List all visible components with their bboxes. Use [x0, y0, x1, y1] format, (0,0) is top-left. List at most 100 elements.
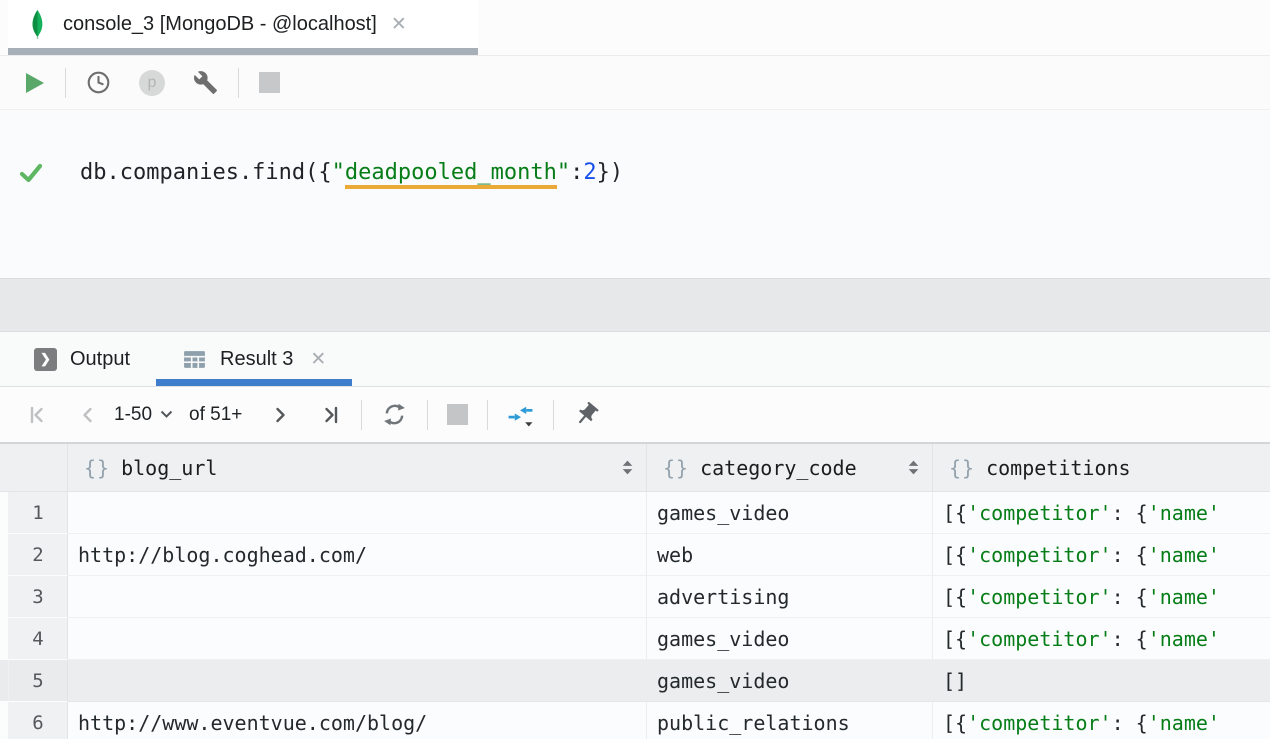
toolbar-separator: [238, 68, 239, 98]
parameters-icon: p: [139, 70, 165, 96]
stop-icon: [447, 404, 468, 425]
cell-blog-url[interactable]: http://www.eventvue.com/blog/: [68, 702, 647, 739]
splitter[interactable]: [0, 278, 1270, 332]
cell-blog-url[interactable]: http://blog.coghead.com/: [68, 534, 647, 576]
result-grid: {} blog_url {} category_code {} competit…: [0, 443, 1270, 739]
row-number: 2: [9, 534, 67, 575]
code-line: db.companies.find({"deadpooled_month":2}…: [0, 160, 1270, 185]
first-page-icon: [26, 404, 48, 426]
column-header-competitions[interactable]: {} competitions: [933, 444, 1270, 491]
editor-tab-title: console_3 [MongoDB - @localhost]: [63, 13, 377, 36]
tab-result-3[interactable]: Result 3 ✕: [156, 332, 352, 386]
query-code[interactable]: db.companies.find({"deadpooled_month":2}…: [62, 160, 623, 185]
close-icon[interactable]: ✕: [310, 350, 326, 369]
toolbar-separator: [427, 400, 428, 430]
editor-tabbar: console_3 [MongoDB - @localhost] ✕: [0, 0, 1270, 56]
result-toolbar: 1-50 of 51+: [0, 387, 1270, 443]
cell-blog-url[interactable]: [68, 618, 647, 660]
json-braces-icon: {}: [949, 456, 975, 480]
row-marker: [0, 702, 9, 739]
compare-icon[interactable]: [507, 401, 534, 428]
editor-toolbar: p: [0, 56, 1270, 110]
row-marker: [0, 618, 9, 659]
dropdown-chevron-icon: [160, 410, 173, 419]
row-header[interactable]: 5: [0, 660, 68, 702]
next-page-icon[interactable]: [272, 404, 290, 426]
stop-icon: [259, 72, 280, 93]
cell-category-code[interactable]: public_relations: [647, 702, 933, 739]
cell-blog-url[interactable]: [68, 492, 647, 534]
output-tab-label: Output: [70, 348, 130, 371]
row-marker: [0, 576, 9, 617]
output-icon: ❯: [34, 348, 57, 371]
row-header[interactable]: 1: [0, 492, 68, 534]
cell-competitions[interactable]: []: [933, 660, 1270, 702]
cell-competitions[interactable]: [{'competitor': {'name': [933, 534, 1270, 576]
row-marker: [0, 660, 9, 701]
grid-corner[interactable]: [0, 444, 68, 491]
row-number: 4: [9, 618, 67, 659]
table-row: 5 games_video[]: [0, 660, 1270, 702]
table-row: 4 games_video[{'competitor': {'name': [0, 618, 1270, 660]
row-number: 1: [9, 492, 67, 533]
table-row: 6http://www.eventvue.com/blog/public_rel…: [0, 702, 1270, 739]
toolbar-separator: [361, 400, 362, 430]
result-tab-label: Result 3: [220, 348, 293, 371]
row-header[interactable]: 2: [0, 534, 68, 576]
cell-competitions[interactable]: [{'competitor': {'name': [933, 618, 1270, 660]
settings-icon[interactable]: [193, 70, 218, 95]
cell-category-code[interactable]: games_video: [647, 660, 933, 702]
toolbar-separator: [553, 400, 554, 430]
column-header-blog-url[interactable]: {} blog_url: [68, 444, 647, 491]
run-icon[interactable]: [25, 72, 45, 94]
sort-icon[interactable]: [907, 459, 920, 476]
toolbar-separator: [65, 68, 66, 98]
selected-tab-underline: [156, 379, 352, 386]
row-number: 3: [9, 576, 67, 617]
cell-competitions[interactable]: [{'competitor': {'name': [933, 492, 1270, 534]
sort-icon[interactable]: [621, 459, 634, 476]
grid-body: 1games_video[{'competitor': {'name'2http…: [0, 492, 1270, 739]
mongodb-console-window: console_3 [MongoDB - @localhost] ✕ p: [0, 0, 1270, 739]
grid-header-row: {} blog_url {} category_code {} competit…: [0, 443, 1270, 492]
cell-blog-url[interactable]: [68, 576, 647, 618]
page-size-dropdown[interactable]: 1-50: [114, 404, 173, 426]
row-marker: [0, 492, 9, 533]
cell-category-code[interactable]: games_video: [647, 492, 933, 534]
editor-area[interactable]: db.companies.find({"deadpooled_month":2}…: [0, 110, 1270, 278]
cell-category-code[interactable]: web: [647, 534, 933, 576]
tab-output[interactable]: ❯ Output: [8, 332, 156, 386]
editor-tab-console3[interactable]: console_3 [MongoDB - @localhost] ✕: [8, 0, 478, 55]
row-header[interactable]: 3: [0, 576, 68, 618]
last-page-icon[interactable]: [320, 404, 342, 426]
column-header-category-code[interactable]: {} category_code: [647, 444, 933, 491]
pin-icon[interactable]: [573, 401, 600, 428]
cell-competitions[interactable]: [{'competitor': {'name': [933, 576, 1270, 618]
refresh-icon[interactable]: [381, 401, 408, 428]
tool-window-tabbar: ❯ Output Result 3 ✕: [0, 332, 1270, 387]
history-icon[interactable]: [86, 70, 111, 95]
toolbar-separator: [487, 400, 488, 430]
total-count: of 51+: [189, 404, 242, 426]
row-number: 6: [9, 702, 67, 739]
row-marker: [0, 534, 9, 575]
success-check-icon: [19, 163, 43, 183]
table-row: 3 advertising[{'competitor': {'name': [0, 576, 1270, 618]
row-header[interactable]: 4: [0, 618, 68, 660]
selected-tab-underline: [8, 48, 478, 55]
table-row: 1 games_video[{'competitor': {'name': [0, 492, 1270, 534]
result-grid-icon: [182, 347, 207, 372]
row-header[interactable]: 6: [0, 702, 68, 739]
prev-page-icon: [78, 404, 96, 426]
close-icon[interactable]: ✕: [391, 15, 407, 34]
gutter: [0, 163, 62, 183]
page-range: 1-50: [114, 404, 152, 426]
mongo-leaf-icon: [26, 10, 49, 39]
row-number: 5: [9, 660, 67, 701]
cell-category-code[interactable]: advertising: [647, 576, 933, 618]
json-braces-icon: {}: [84, 456, 110, 480]
cell-competitions[interactable]: [{'competitor': {'name': [933, 702, 1270, 739]
cell-blog-url[interactable]: [68, 660, 647, 702]
json-braces-icon: {}: [663, 456, 689, 480]
cell-category-code[interactable]: games_video: [647, 618, 933, 660]
